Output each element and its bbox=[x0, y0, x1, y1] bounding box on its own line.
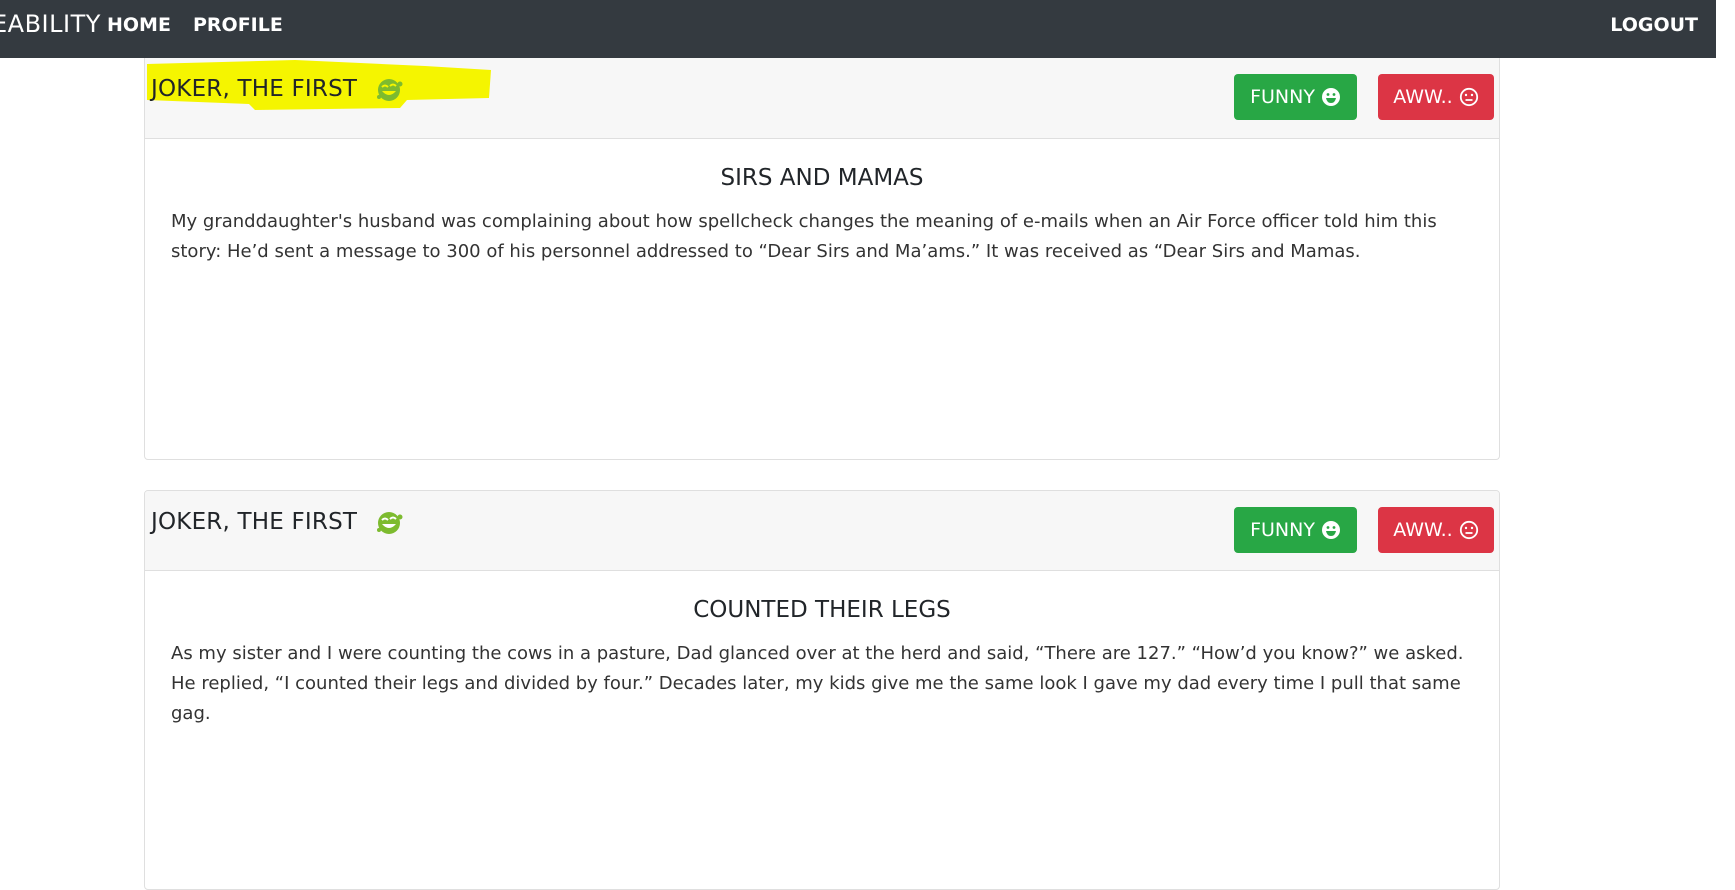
aww-button[interactable]: AWW.. bbox=[1378, 507, 1494, 553]
aww-button-label: AWW.. bbox=[1393, 86, 1453, 108]
laughing-face-icon bbox=[377, 79, 403, 101]
joke-text: As my sister and I were counting the cow… bbox=[171, 643, 1464, 724]
neutral-face-icon bbox=[1459, 520, 1478, 540]
joke-card: JOKER, THE FIRST FUNNY AWW.. bbox=[144, 490, 1500, 890]
joke-card-header: JOKER, THE FIRST FUNNY AWW.. bbox=[145, 491, 1499, 571]
grinning-face-icon bbox=[1321, 88, 1340, 106]
nav-logout-link[interactable]: LOGOUT bbox=[1610, 14, 1698, 36]
nav-profile-link[interactable]: PROFILE bbox=[193, 14, 283, 36]
joke-title: SIRS AND MAMAS bbox=[720, 165, 924, 191]
top-navbar: EABILITY HOME PROFILE LOGOUT bbox=[0, 0, 1716, 58]
neutral-face-icon bbox=[1459, 87, 1478, 107]
post-author: JOKER, THE FIRST bbox=[151, 72, 405, 106]
laughing-face-icon bbox=[377, 512, 403, 534]
aww-button[interactable]: AWW.. bbox=[1378, 74, 1494, 120]
joke-card-header: JOKER, THE FIRST FUNNY AWW.. bbox=[145, 58, 1499, 139]
joke-title: COUNTED THEIR LEGS bbox=[693, 597, 951, 623]
brand-logo[interactable]: EABILITY bbox=[0, 10, 101, 38]
joke-text: My granddaughter's husband was complaini… bbox=[171, 211, 1437, 262]
author-name[interactable]: JOKER, THE FIRST bbox=[151, 76, 357, 102]
author-name[interactable]: JOKER, THE FIRST bbox=[151, 509, 357, 535]
grinning-face-icon bbox=[1321, 521, 1340, 539]
aww-button-label: AWW.. bbox=[1393, 519, 1453, 541]
nav-home-link[interactable]: HOME bbox=[107, 14, 171, 36]
post-author: JOKER, THE FIRST bbox=[151, 505, 405, 539]
funny-button[interactable]: FUNNY bbox=[1234, 74, 1357, 120]
funny-button-label: FUNNY bbox=[1250, 86, 1315, 108]
funny-button[interactable]: FUNNY bbox=[1234, 507, 1357, 553]
joke-card: JOKER, THE FIRST FUNNY AWW.. bbox=[144, 58, 1500, 460]
funny-button-label: FUNNY bbox=[1250, 519, 1315, 541]
